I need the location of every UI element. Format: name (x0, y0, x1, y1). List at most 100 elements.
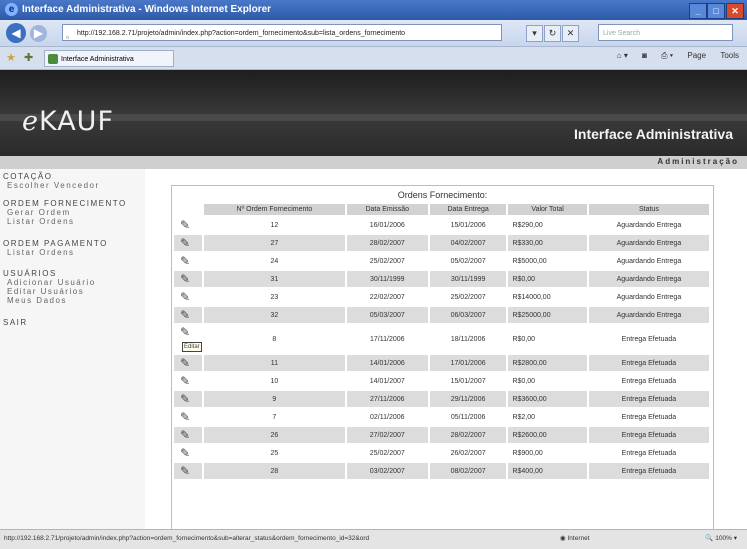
tab-interface-administrativa[interactable]: Interface Administrativa (44, 50, 174, 67)
total-value: R$14000,00 (512, 293, 551, 301)
order-status: Aguardando Entrega (588, 271, 709, 287)
delivery-date: 18/11/2006 (450, 335, 486, 343)
refresh-button[interactable]: ↻ (544, 25, 561, 42)
close-button[interactable]: ✕ (726, 3, 744, 19)
edit-tooltip: Editar (182, 341, 202, 352)
order-number: 7 (272, 413, 277, 421)
menu-group-sair: SAIR (3, 318, 28, 327)
table-row: ✎Editar 8 17/11/2006 18/11/2006 R$0,00 Entreg… (174, 325, 709, 353)
edit-icon[interactable]: ✎ (174, 409, 202, 425)
forward-button[interactable]: ▶ (30, 25, 47, 42)
delivery-date: 15/01/2007 (450, 377, 486, 385)
order-number: 26 (204, 427, 345, 443)
back-button[interactable]: ◀ (6, 23, 26, 43)
delivery-date: 08/02/2007 (429, 463, 507, 479)
total-value: R$0,00 (508, 271, 587, 287)
issue-date: 27/11/2006 (346, 391, 428, 407)
issue-date: 22/02/2007 (369, 293, 405, 301)
total-value: R$0,00 (512, 335, 536, 343)
column-header: Valor Total (508, 204, 587, 215)
edit-icon[interactable]: ✎ (174, 289, 202, 305)
total-value: R$5000,00 (512, 257, 547, 265)
menu-item-escolher-vencedor[interactable]: Escolher Vencedor (3, 181, 100, 190)
delivery-date: 29/11/2006 (429, 391, 507, 407)
table-row: ✎ 11 14/01/2006 17/01/2006 R$2800,00 Entrega … (174, 355, 709, 371)
favorites-star-icon[interactable]: ★ (6, 51, 16, 64)
address-url: http://192.168.2.71/projeto/admin/index.… (77, 30, 406, 37)
minimize-button[interactable]: _ (689, 3, 707, 19)
order-status: Entrega Efetuada (588, 463, 709, 479)
edit-icon[interactable]: ✎ (174, 427, 202, 443)
menu-item-gerar-ordem[interactable]: Gerar Ordem (3, 208, 127, 217)
stop-button[interactable]: ✕ (562, 25, 579, 42)
page-menu[interactable]: Page (687, 51, 706, 60)
feeds-icon[interactable]: ◙ (642, 51, 647, 60)
delivery-date: 04/02/2007 (429, 235, 507, 251)
edit-icon[interactable]: ✎ (174, 307, 202, 323)
address-bar[interactable]: ▫ http://192.168.2.71/projeto/admin/inde… (62, 24, 502, 41)
issue-date: 25/02/2007 (369, 257, 405, 265)
main-content: Ordens Fornecimento: Nº Ordem Fornecimen… (145, 169, 747, 531)
menu-group-cotacao: COTAÇÃO Escolher Vencedor (3, 172, 100, 190)
menu-item-listar-ordens-pagamento[interactable]: Listar Ordens (3, 248, 108, 257)
table-row: ✎ 27 28/02/2007 04/02/2007 R$330,00 Aguardand… (174, 235, 709, 251)
edit-icon[interactable]: ✎Editar (174, 325, 202, 353)
table-row: ✎ 31 30/11/1999 30/11/1999 R$0,00 Aguardando … (174, 271, 709, 287)
delivery-date: 28/02/2007 (429, 427, 507, 443)
search-input[interactable]: Live Search (598, 24, 733, 41)
add-favorites-icon[interactable]: ✚ (24, 51, 33, 64)
edit-icon[interactable]: ✎ (174, 391, 202, 407)
issue-date: 30/11/1999 (346, 271, 428, 287)
menu-group-usuarios: USUÁRIOS Adicionar Usuário Editar Usuári… (3, 269, 96, 305)
edit-icon[interactable]: ✎ (174, 217, 202, 233)
delivery-date: 17/01/2006 (429, 355, 507, 371)
tools-menu[interactable]: Tools (720, 51, 739, 60)
navigation-bar: ◀ ▶ ▫ http://192.168.2.71/projeto/admin/… (0, 20, 747, 47)
maximize-button[interactable]: □ (707, 3, 725, 19)
issue-date: 14/01/2007 (369, 377, 405, 385)
issue-date: 02/11/2006 (370, 413, 405, 421)
orders-table: Nº Ordem Fornecimento Data Emissão Data … (172, 202, 711, 481)
order-status: Entrega Efetuada (588, 391, 709, 407)
menu-item-sair[interactable]: SAIR (3, 318, 28, 327)
delivery-date: 26/02/2007 (450, 449, 486, 457)
order-status: Entrega Efetuada (588, 355, 709, 371)
order-number: 32 (204, 307, 345, 323)
menu-item-adicionar-usuario[interactable]: Adicionar Usuário (3, 278, 96, 287)
menu-item-editar-usuarios[interactable]: Editar Usuários (3, 287, 96, 296)
zoom-level[interactable]: 🔍 100% ▾ (705, 534, 737, 542)
edit-icon[interactable]: ✎ (174, 373, 202, 389)
home-icon[interactable]: ⌂ ▾ (617, 51, 628, 60)
page-icon: ▫ (66, 33, 69, 41)
order-number: 9 (204, 391, 345, 407)
order-number: 23 (270, 293, 279, 301)
issue-date: 28/02/2007 (346, 235, 428, 251)
edit-icon[interactable]: ✎ (174, 235, 202, 251)
total-value: R$0,00 (512, 377, 536, 385)
address-dropdown-icon[interactable]: ▾ (526, 25, 543, 42)
print-icon[interactable]: ⎙ ▾ (661, 51, 673, 60)
tab-label: Interface Administrativa (61, 56, 134, 63)
edit-column-header (174, 204, 202, 215)
menu-item-meus-dados[interactable]: Meus Dados (3, 296, 96, 305)
menu-item-listar-ordens-fornecimento[interactable]: Listar Ordens (3, 217, 127, 226)
edit-icon[interactable]: ✎ (174, 445, 202, 461)
order-status: Aguardando Entrega (588, 235, 709, 251)
issue-date: 27/02/2007 (346, 427, 428, 443)
column-header: Nº Ordem Fornecimento (204, 204, 345, 215)
ie-icon: e (5, 3, 18, 16)
issue-date: 16/01/2006 (369, 221, 405, 229)
menu-group-ordem-fornecimento: ORDEM FORNECIMENTO Gerar Ordem Listar Or… (3, 199, 127, 226)
edit-icon[interactable]: ✎ (174, 355, 202, 371)
delivery-date: 30/11/1999 (429, 271, 507, 287)
edit-icon[interactable]: ✎ (174, 463, 202, 479)
table-row: ✎ 7 02/11/2006 05/11/2006 R$2,00 Entrega Efet… (174, 409, 709, 425)
table-row: ✎ 9 27/11/2006 29/11/2006 R$3600,00 Entrega E… (174, 391, 709, 407)
menu-heading: ORDEM FORNECIMENTO (3, 199, 127, 208)
delivery-date: 25/02/2007 (450, 293, 486, 301)
status-bar: http://192.168.2.71/projeto/admin/index.… (0, 529, 747, 549)
edit-icon[interactable]: ✎ (174, 253, 202, 269)
table-row: ✎ 24 25/02/2007 05/02/2007 R$5000,00 Aguardan… (174, 253, 709, 269)
edit-icon[interactable]: ✎ (174, 271, 202, 287)
order-status: Entrega Efetuada (621, 335, 677, 343)
